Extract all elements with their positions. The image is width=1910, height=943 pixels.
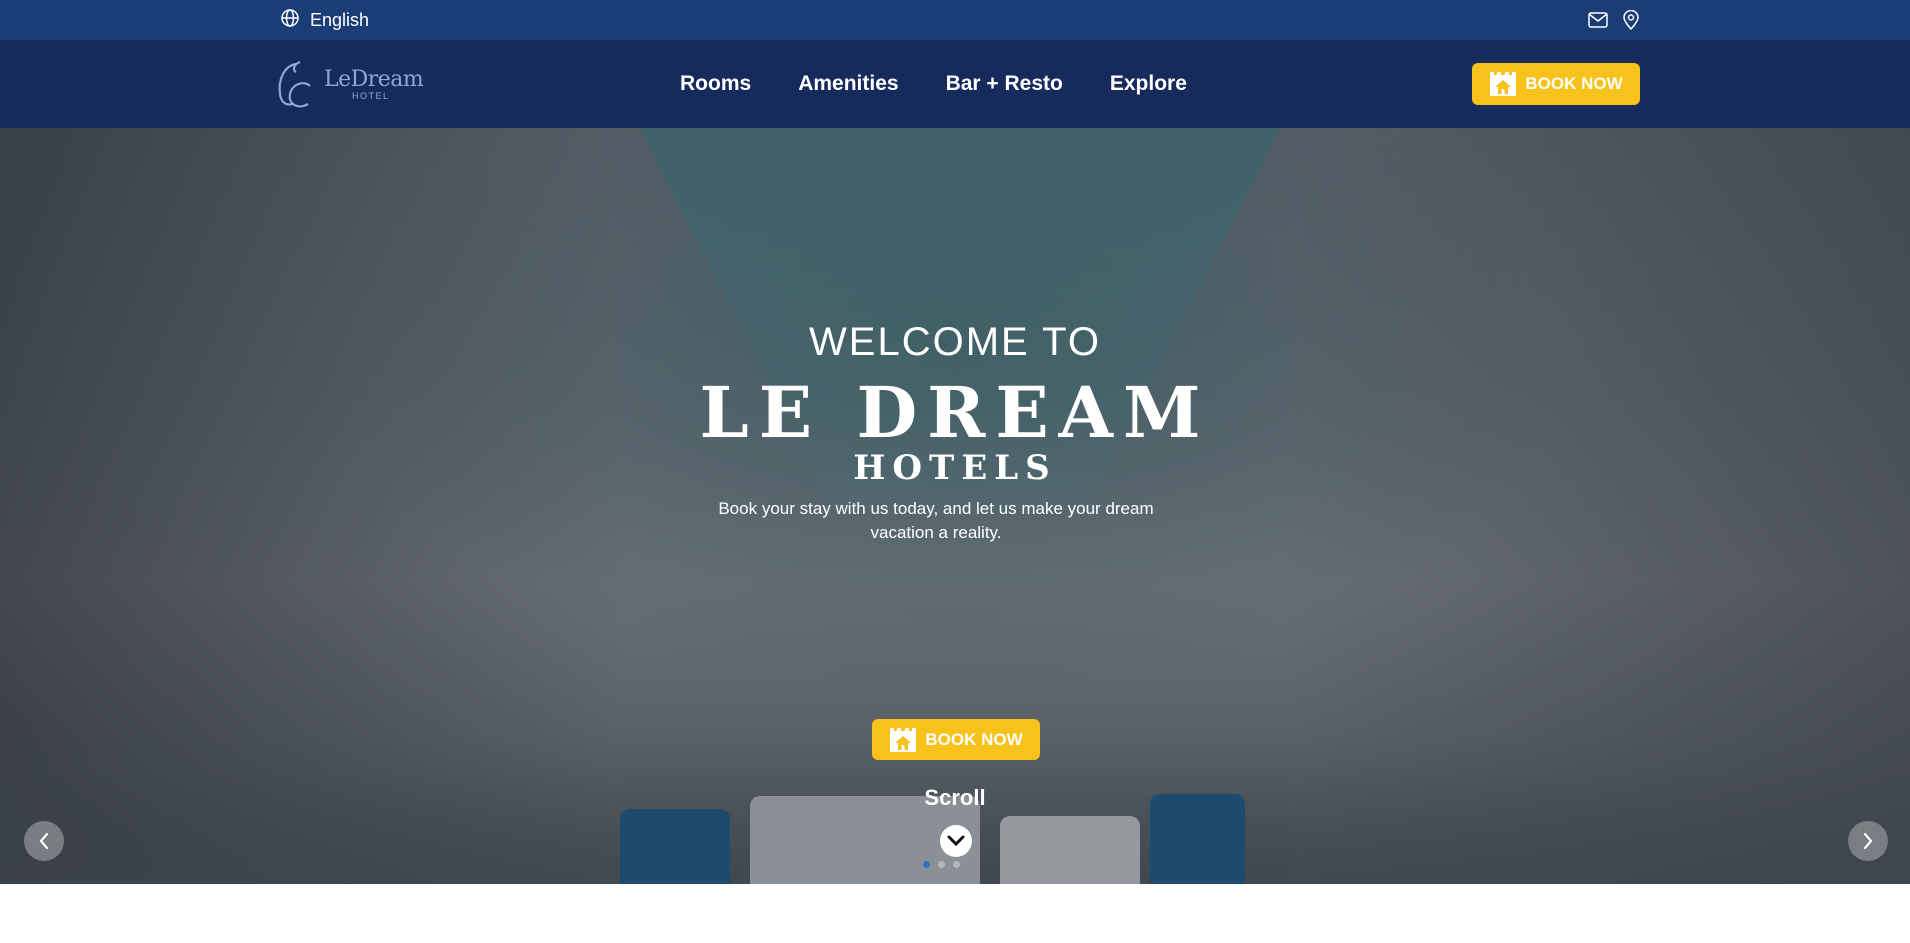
chevron-down-icon: [947, 835, 965, 847]
scroll-label: Scroll: [924, 785, 986, 810]
top-contact-icons: [1588, 0, 1640, 40]
top-utility-bar: English: [0, 0, 1910, 40]
chevron-right-icon: [1863, 832, 1873, 850]
logo-sub: HOTEL: [352, 91, 390, 101]
hero-tagline: Book your stay with us today, and let us…: [718, 499, 1154, 542]
map-pin-icon[interactable]: [1622, 10, 1640, 30]
main-header: LeDream HOTEL Rooms Amenities Bar + Rest…: [0, 40, 1910, 128]
slider-prev-button[interactable]: [24, 821, 64, 861]
hero-content: WELCOME TO LE DREAM HOTELS Book your sta…: [0, 128, 1910, 884]
main-nav: Rooms Amenities Bar + Resto Explore: [680, 40, 1187, 128]
slider-dot[interactable]: [937, 861, 945, 868]
nav-bar-resto[interactable]: Bar + Resto: [946, 72, 1063, 96]
language-label: English: [310, 9, 370, 30]
hero-brand-subtitle: HOTELS: [853, 448, 1057, 488]
hotel-icon: [1490, 72, 1517, 96]
chevron-left-icon: [39, 832, 49, 850]
mail-icon[interactable]: [1588, 12, 1608, 28]
hero-welcome: WELCOME TO: [809, 320, 1101, 364]
hero-brand-title: LE DREAM: [699, 371, 1211, 454]
hero-book-now-button[interactable]: BOOK NOW: [872, 719, 1040, 760]
hero-slider: WELCOME TO LE DREAM HOTELS Book your sta…: [0, 128, 1910, 884]
nav-amenities[interactable]: Amenities: [798, 72, 898, 96]
globe-icon: [280, 8, 300, 33]
slider-dots: [0, 861, 1910, 868]
nav-explore[interactable]: Explore: [1110, 72, 1187, 96]
slider-dot[interactable]: [952, 861, 960, 868]
hotel-icon: [890, 727, 917, 752]
logo-name: LeDream: [324, 67, 424, 92]
book-now-button[interactable]: BOOK NOW: [1472, 63, 1640, 105]
slider-dot[interactable]: [922, 861, 930, 868]
logo-monogram: [278, 60, 311, 108]
hotel-logo[interactable]: LeDream HOTEL: [270, 58, 424, 112]
language-selector[interactable]: English: [280, 0, 369, 40]
book-now-label: BOOK NOW: [1525, 74, 1623, 93]
nav-rooms[interactable]: Rooms: [680, 72, 751, 96]
scroll-down-button[interactable]: [940, 825, 972, 857]
hero-book-now-label: BOOK NOW: [925, 729, 1023, 749]
slider-next-button[interactable]: [1848, 821, 1888, 861]
